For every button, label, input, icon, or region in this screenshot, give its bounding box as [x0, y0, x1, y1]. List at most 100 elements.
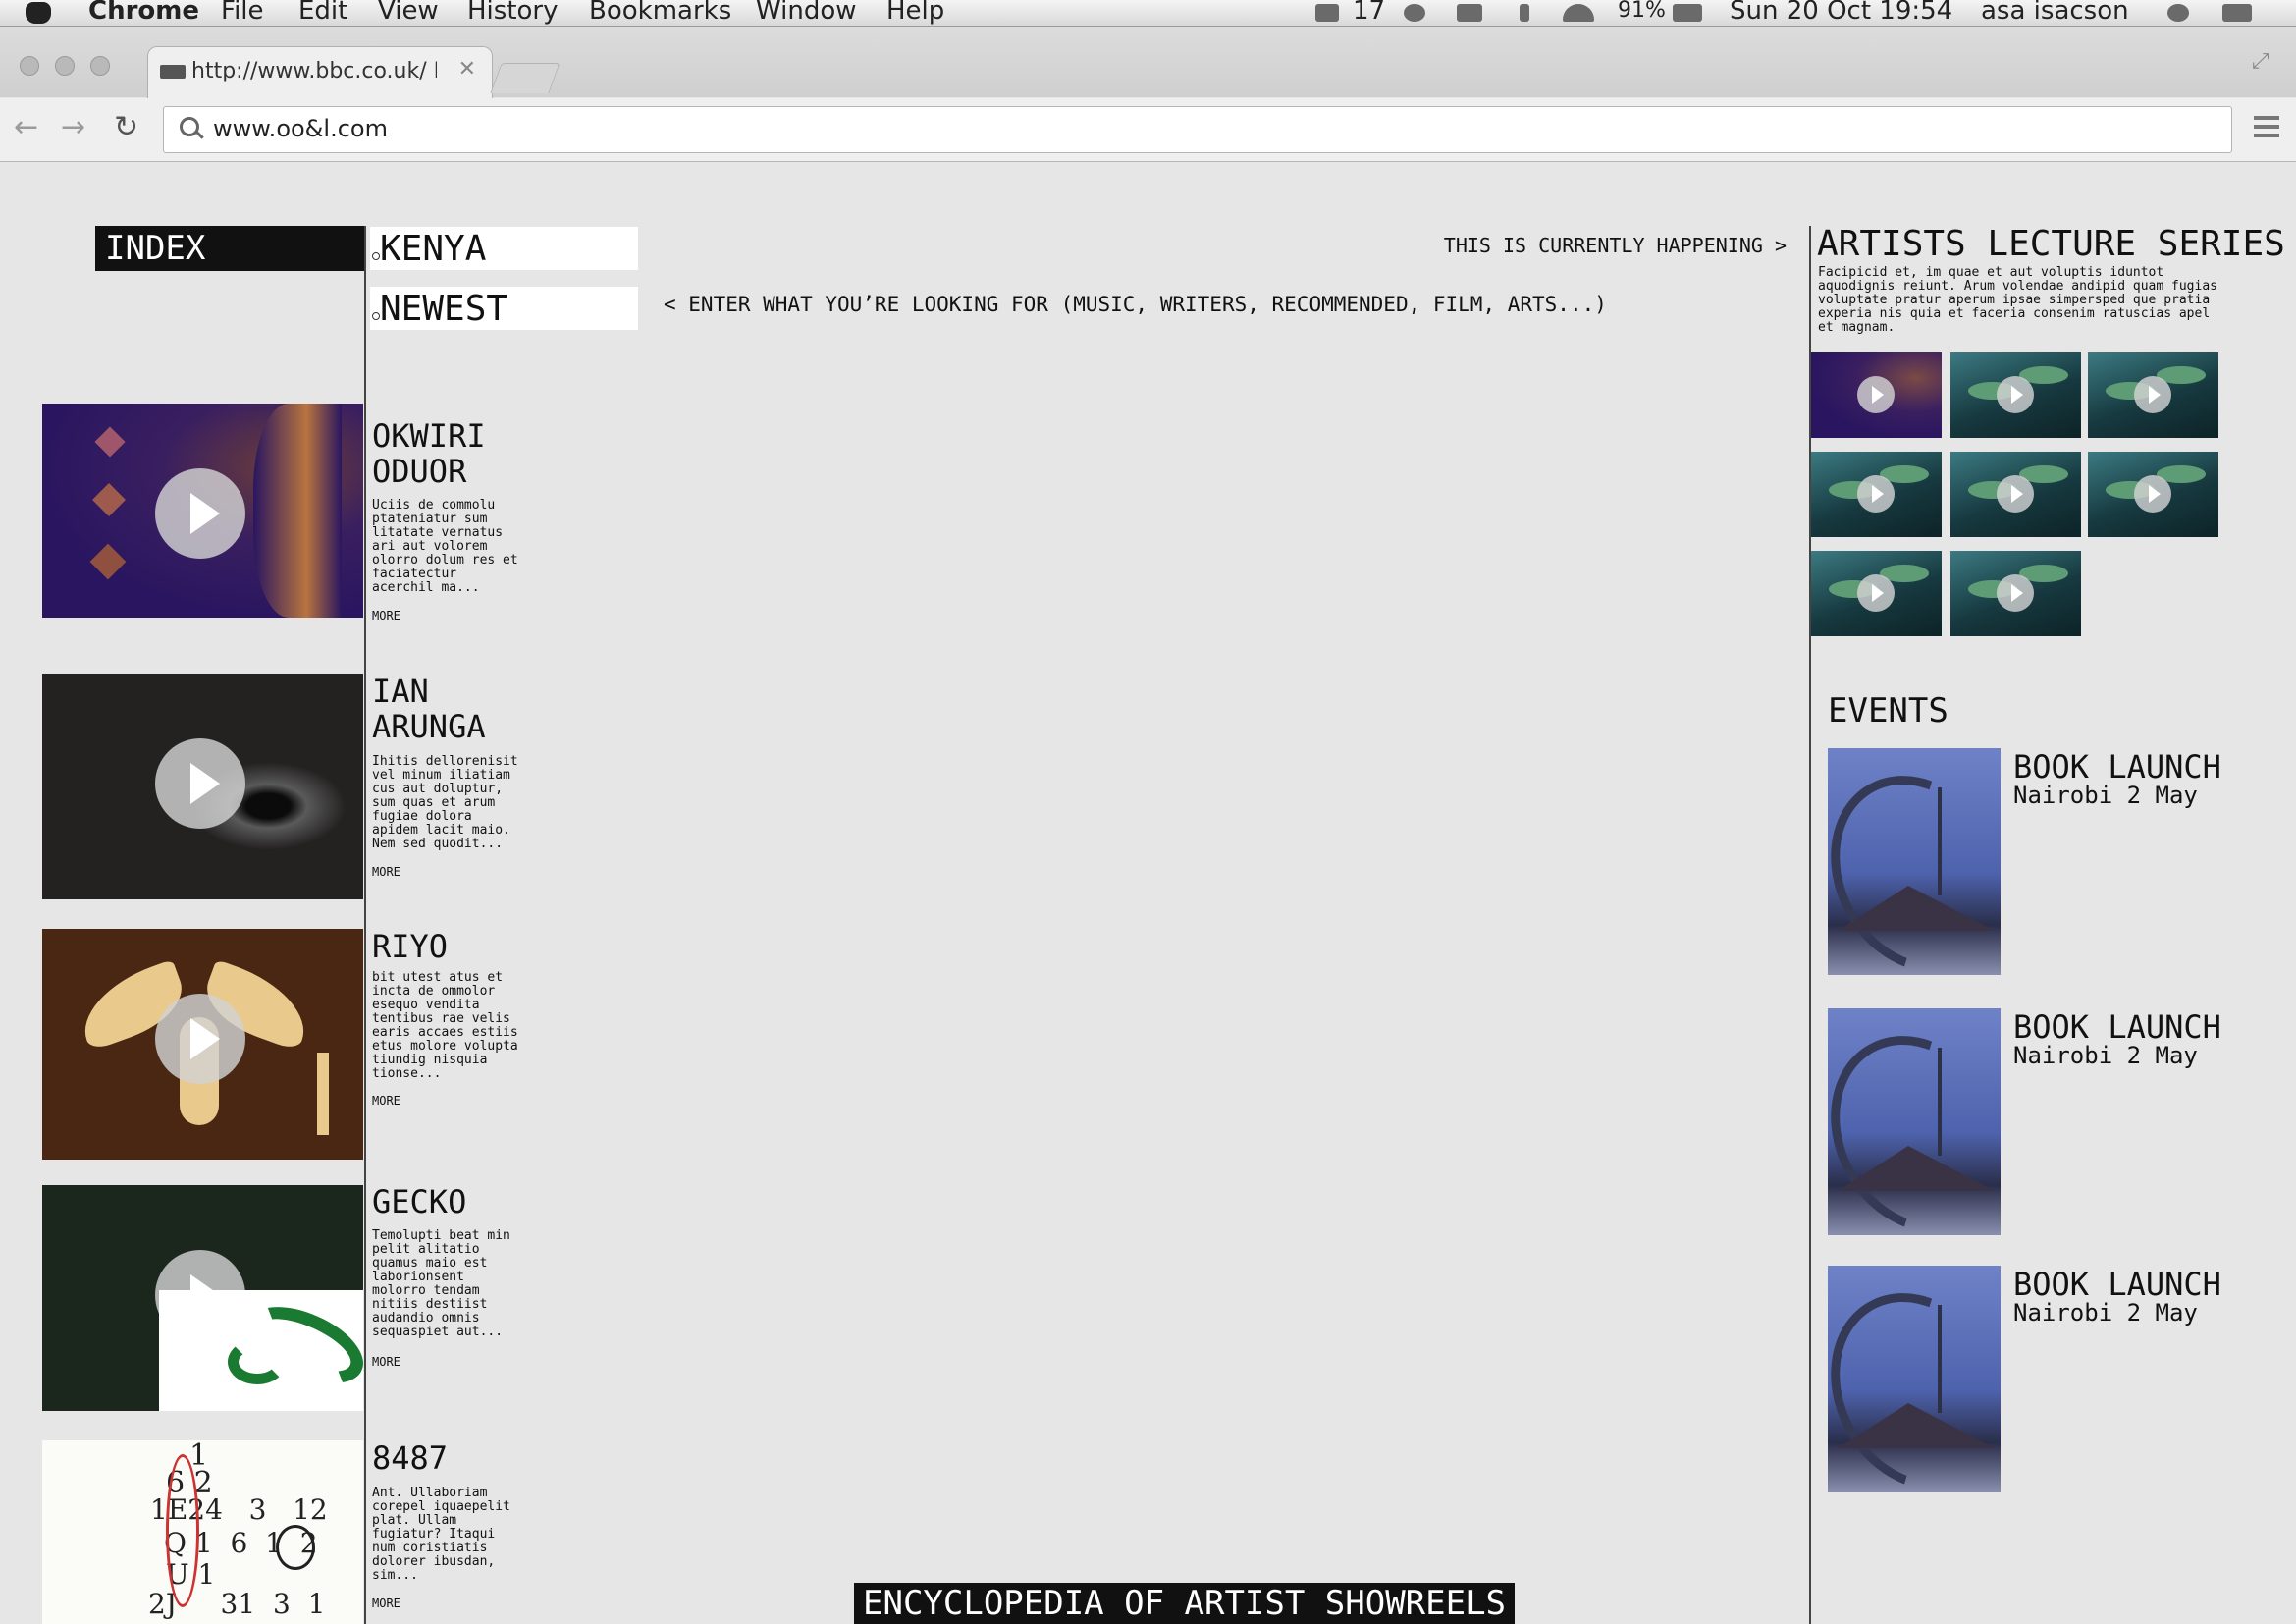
more-link[interactable]: MORE	[372, 1094, 400, 1108]
video-thumbnail-ian-arunga[interactable]	[42, 674, 363, 899]
address-url[interactable]: www.oo&l.com	[213, 115, 388, 142]
event-image[interactable]	[1828, 1266, 2001, 1492]
event-details: Nairobi 2 May	[2013, 1042, 2198, 1069]
event-details: Nairobi 2 May	[2013, 1299, 2198, 1326]
favicon-icon	[160, 65, 186, 79]
location-filter[interactable]: KENYA	[370, 227, 638, 270]
user-name[interactable]: asa isacson	[1981, 0, 2129, 24]
lecture-series-title[interactable]: ARTISTS LECTURE SERIES	[1817, 224, 2285, 264]
fullscreen-icon[interactable]: ⤢	[2252, 49, 2273, 74]
battery-percent: 91%	[1618, 0, 1666, 23]
play-icon[interactable]	[1997, 376, 2034, 413]
event-title[interactable]: BOOK LAUNCH	[2013, 1008, 2221, 1046]
events-title: EVENTS	[1828, 691, 1949, 731]
adobe-status-icon[interactable]	[1315, 4, 1339, 22]
play-icon[interactable]	[2134, 475, 2171, 513]
tab-title: http://www.bbc.co.uk/ In	[191, 59, 437, 83]
reload-icon[interactable]: ↻	[114, 110, 138, 144]
address-bar[interactable]: www.oo&l.com	[163, 106, 2232, 153]
hamburger-menu-icon[interactable]	[2254, 116, 2279, 142]
artist-description: Uciis de commolu ptateniatur sum litatat…	[372, 498, 518, 595]
status-count: 17	[1353, 0, 1386, 26]
menu-file[interactable]: File	[221, 0, 264, 24]
stick-shape	[317, 1053, 329, 1135]
more-link[interactable]: MORE	[372, 609, 400, 623]
bluetooth-icon[interactable]	[1520, 4, 1529, 22]
sculpture-pole	[1938, 787, 1942, 895]
forward-icon[interactable]: →	[61, 110, 85, 144]
more-link[interactable]: MORE	[372, 865, 400, 879]
play-icon[interactable]	[155, 994, 245, 1084]
spotlight-search-icon[interactable]	[2167, 4, 2189, 22]
lecture-thumbnail[interactable]	[2088, 352, 2218, 438]
event-image[interactable]	[1828, 1008, 2001, 1235]
tab-close-icon[interactable]: ✕	[458, 57, 476, 81]
artist-name[interactable]: IAN ARUNGA	[372, 674, 529, 744]
event-details: Nairobi 2 May	[2013, 782, 2198, 809]
lecture-thumbnail[interactable]	[1950, 352, 2081, 438]
lecture-thumbnail[interactable]	[1811, 452, 1942, 537]
video-thumbnail-okwiri-oduor[interactable]	[42, 404, 363, 618]
play-icon[interactable]	[1857, 475, 1895, 513]
volume-icon[interactable]	[1457, 4, 1482, 22]
sculpture-pole	[1938, 1305, 1942, 1413]
menu-app-chrome[interactable]: Chrome	[88, 0, 199, 24]
play-icon[interactable]	[1857, 574, 1895, 612]
new-tab-button[interactable]	[490, 63, 561, 93]
gecko-panel	[159, 1290, 363, 1411]
sculpture-pole	[1938, 1048, 1942, 1156]
artist-description: Temolupti beat min pelit alitatio quamus…	[372, 1228, 510, 1339]
event-image[interactable]	[1828, 748, 2001, 975]
notification-center-icon[interactable]	[2222, 4, 2252, 22]
currently-happening-link[interactable]: THIS IS CURRENTLY HAPPENING >	[1374, 234, 1787, 257]
diamond-shape	[92, 483, 126, 516]
sculpture-arc	[1828, 748, 2001, 975]
event-title[interactable]: BOOK LAUNCH	[2013, 1266, 2221, 1303]
battery-icon[interactable]	[1673, 4, 1702, 22]
back-icon[interactable]: ←	[14, 110, 38, 144]
menu-edit[interactable]: Edit	[298, 0, 347, 24]
play-icon[interactable]	[1997, 475, 2034, 513]
artist-name[interactable]: OKWIRI ODUOR	[372, 418, 568, 489]
lecture-thumbnail[interactable]	[1811, 352, 1942, 438]
lecture-thumbnail[interactable]	[1950, 551, 2081, 636]
lecture-series-description: Facipicid et, im quae et aut voluptis id…	[1818, 265, 2217, 335]
lecture-thumbnail[interactable]	[2088, 452, 2218, 537]
time-machine-icon[interactable]	[1404, 4, 1425, 22]
footer-label[interactable]: ENCYCLOPEDIA OF ARTIST SHOWREELS	[854, 1583, 1516, 1624]
video-thumbnail-gecko[interactable]	[42, 1185, 363, 1411]
lecture-thumbnail[interactable]	[1950, 452, 2081, 537]
clock[interactable]: Sun 20 Oct 19:54	[1730, 0, 1952, 24]
index-heading[interactable]: INDEX	[95, 226, 364, 271]
search-prompt[interactable]: < ENTER WHAT YOU’RE LOOKING FOR (MUSIC, …	[664, 293, 1607, 316]
play-icon[interactable]	[1997, 574, 2034, 612]
apple-menu-icon[interactable]	[26, 2, 51, 24]
figure-silhouette	[253, 404, 342, 618]
sort-filter[interactable]: NEWEST	[370, 287, 638, 330]
red-circle-mark	[166, 1454, 199, 1607]
artist-name[interactable]: 8487	[372, 1440, 568, 1476]
menu-bookmarks[interactable]: Bookmarks	[589, 0, 731, 24]
left-divider	[364, 226, 366, 1624]
lecture-thumbnail[interactable]	[1811, 551, 1942, 636]
close-window-button[interactable]	[20, 56, 39, 76]
browser-tab[interactable]: http://www.bbc.co.uk/ In ✕	[147, 46, 493, 98]
artist-name[interactable]: GECKO	[372, 1184, 568, 1219]
menu-window[interactable]: Window	[756, 0, 857, 24]
menu-help[interactable]: Help	[886, 0, 944, 24]
event-title[interactable]: BOOK LAUNCH	[2013, 748, 2221, 785]
more-link[interactable]: MORE	[372, 1355, 400, 1369]
play-icon[interactable]	[1857, 376, 1895, 413]
play-icon[interactable]	[2134, 376, 2171, 413]
artist-name[interactable]: RIYO	[372, 929, 568, 964]
more-link[interactable]: MORE	[372, 1597, 400, 1610]
zoom-window-button[interactable]	[90, 56, 110, 76]
play-icon[interactable]	[155, 468, 245, 559]
play-icon[interactable]	[155, 738, 245, 829]
minimize-window-button[interactable]	[55, 56, 75, 76]
video-thumbnail-8487[interactable]: 1 6 2 1E24 3 12 Q 1 6 1 2 U 1 2J 31 3 1	[42, 1440, 363, 1624]
menu-history[interactable]: History	[467, 0, 559, 24]
menu-view[interactable]: View	[378, 0, 439, 24]
video-thumbnail-riyo[interactable]	[42, 929, 363, 1160]
wifi-icon[interactable]	[1563, 4, 1594, 22]
